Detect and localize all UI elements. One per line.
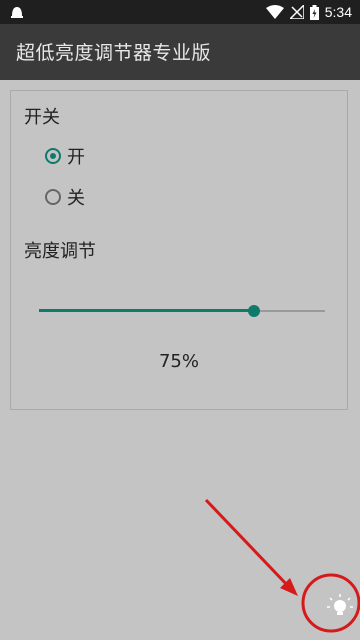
notification-icon: [11, 7, 23, 18]
radio-on-indicator[interactable]: [45, 148, 61, 164]
switch-label: 开关: [24, 107, 60, 128]
status-time: 5:34: [324, 4, 352, 20]
radio-on[interactable]: 开: [45, 143, 85, 169]
slider-fill: [39, 309, 254, 312]
brightness-slider[interactable]: [39, 303, 325, 319]
app-title: 超低亮度调节器专业版: [16, 42, 212, 64]
no-signal-icon: [289, 5, 304, 19]
annotation-arrow-line: [204, 498, 292, 590]
battery-icon: [309, 4, 319, 20]
slider-thumb[interactable]: [247, 305, 260, 317]
wifi-icon: [265, 5, 284, 19]
annotation-arrow-head: [280, 578, 298, 596]
radio-on-label: 开: [67, 147, 85, 168]
app-bar: 超低亮度调节器专业版: [0, 24, 360, 80]
brightness-bulb-icon[interactable]: [322, 588, 358, 624]
brightness-label: 亮度调节: [24, 241, 96, 262]
brightness-percent: 75%: [158, 351, 199, 372]
radio-off-indicator[interactable]: [45, 189, 61, 205]
radio-off-label: 关: [67, 188, 85, 209]
radio-off[interactable]: 关: [45, 184, 85, 210]
settings-card: 开关 开 关 亮度调节 75%: [10, 90, 348, 410]
status-bar: 5:34: [0, 0, 360, 24]
